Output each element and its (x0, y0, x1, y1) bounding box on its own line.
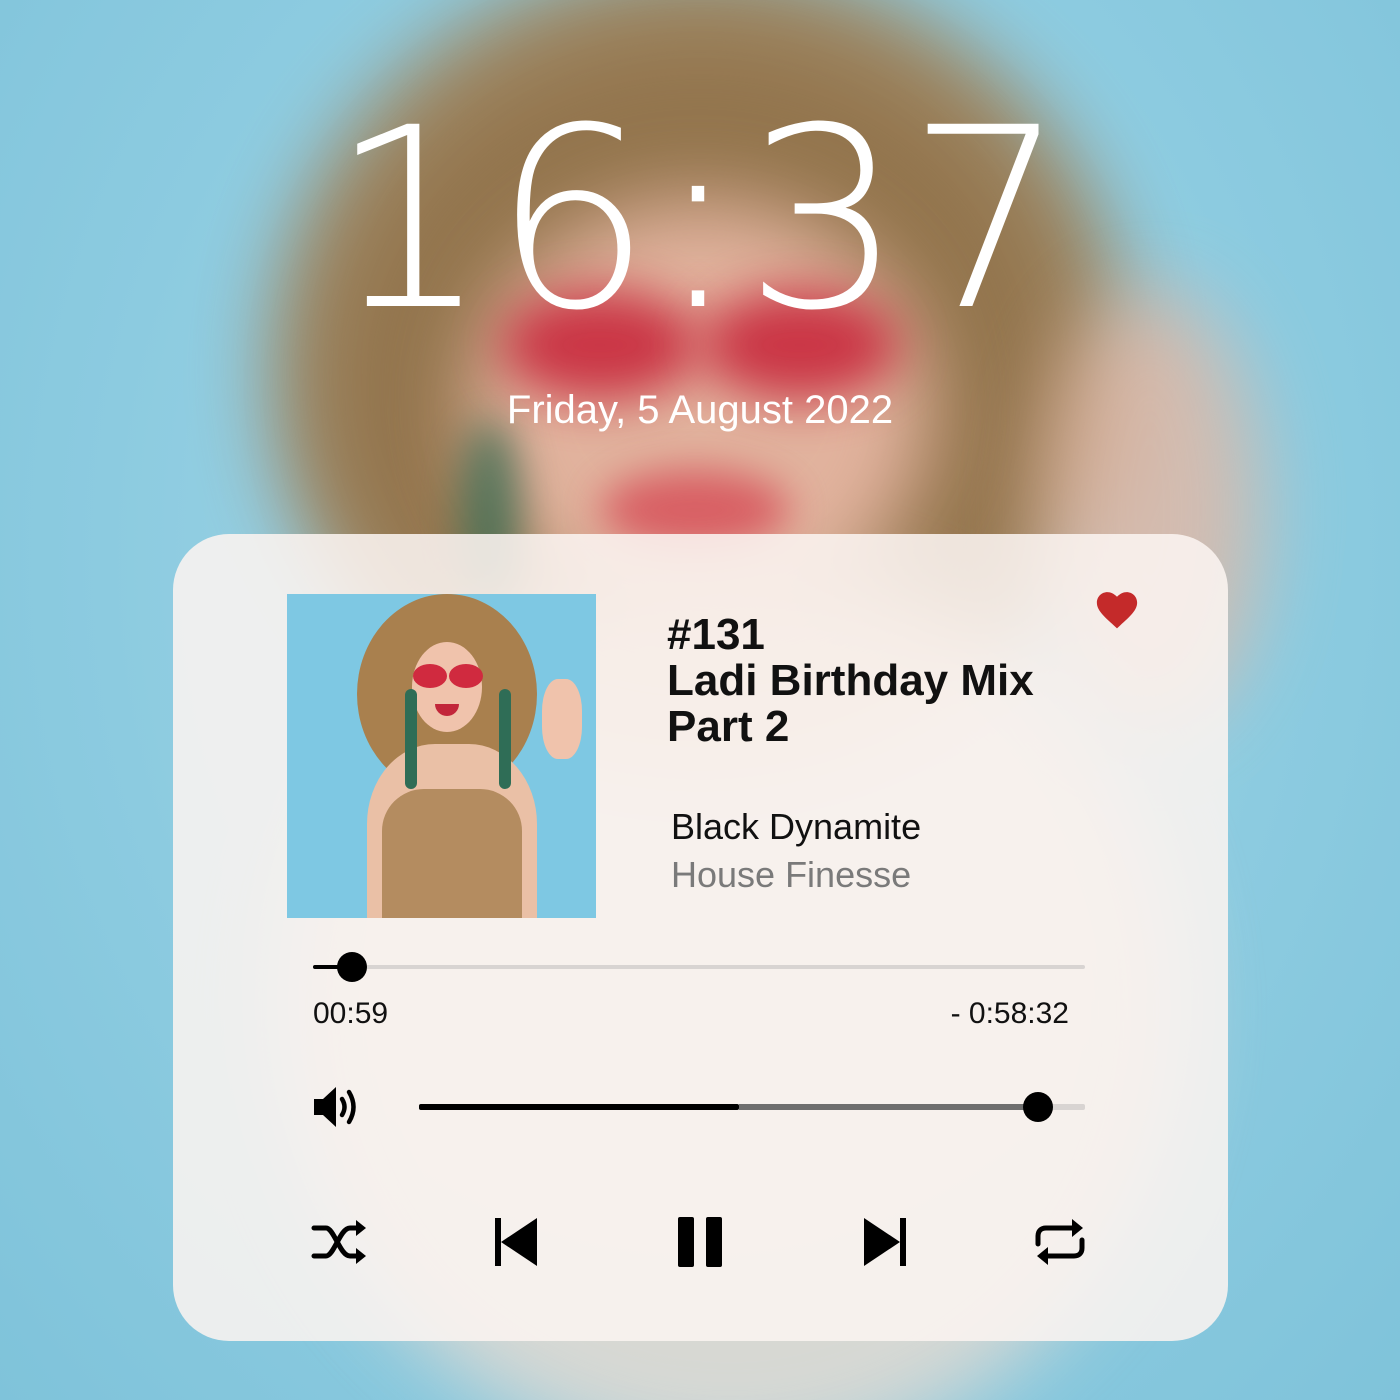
repeat-icon[interactable] (1030, 1214, 1090, 1270)
lock-screen-clock: 16:37 (329, 74, 1071, 365)
track-title-line2: Part 2 (667, 702, 790, 751)
volume-handle[interactable] (1023, 1092, 1054, 1122)
track-number: #131 (667, 610, 765, 659)
progress-track[interactable] (313, 965, 1085, 969)
track-title: #131 Ladi Birthday Mix Part 2 (667, 612, 1167, 750)
album-art (287, 594, 596, 918)
media-player-card: #131 Ladi Birthday Mix Part 2 Black Dyna… (173, 534, 1228, 1341)
track-artist: Black Dynamite (671, 806, 922, 847)
volume-fill (419, 1104, 739, 1110)
elapsed-time: 00:59 (313, 997, 389, 1030)
volume-fill-secondary (738, 1104, 1039, 1110)
lock-screen-date: Friday, 5 August 2022 (506, 388, 894, 432)
previous-track-icon[interactable] (485, 1214, 545, 1270)
playback-progress-slider[interactable] (313, 952, 1085, 982)
track-title-line1: Ladi Birthday Mix (667, 656, 1034, 705)
pause-icon[interactable] (670, 1214, 730, 1270)
shuffle-icon[interactable] (310, 1214, 370, 1270)
remaining-time: - 0:58:32 (950, 997, 1069, 1030)
volume-icon[interactable] (311, 1082, 363, 1132)
progress-handle[interactable] (336, 952, 367, 982)
track-label: House Finesse (671, 854, 912, 895)
next-track-icon[interactable] (856, 1214, 916, 1270)
volume-slider[interactable] (419, 1092, 1085, 1122)
